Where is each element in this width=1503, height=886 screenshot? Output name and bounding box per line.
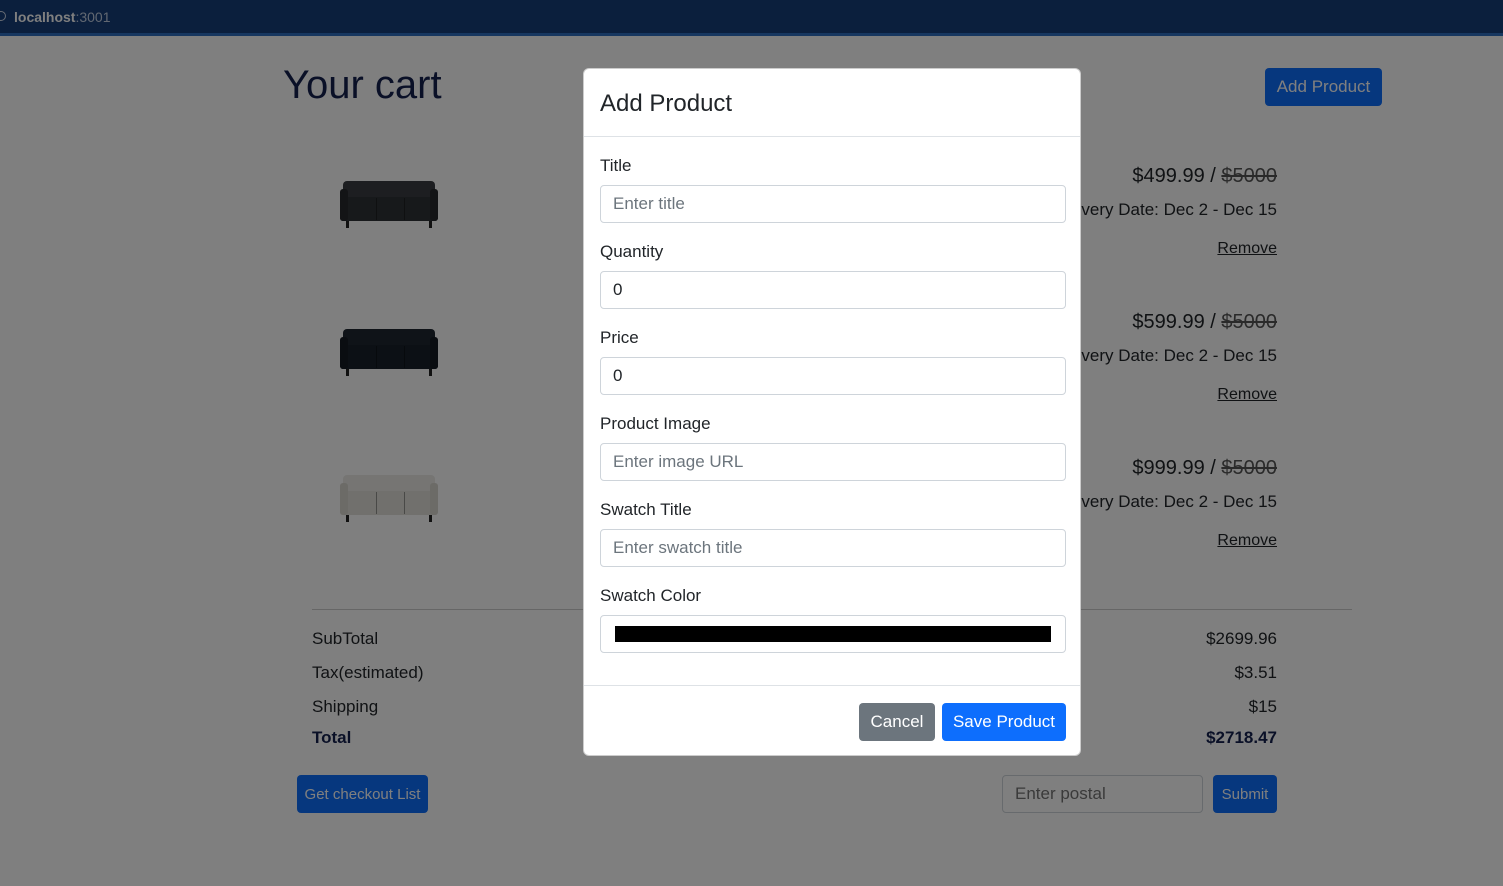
modal-footer: Cancel Save Product [584, 685, 1080, 757]
swatch-color-label: Swatch Color [600, 586, 702, 605]
modal-header: Add Product [584, 69, 1080, 137]
product-image-input[interactable] [600, 443, 1066, 481]
cancel-button[interactable]: Cancel [859, 703, 935, 741]
price-label: Price [600, 328, 639, 347]
swatch-title-label: Swatch Title [600, 500, 692, 519]
add-product-modal: Add Product Title Quantity Price Product… [583, 68, 1081, 756]
modal-title: Add Product [600, 90, 733, 117]
swatch-title-input[interactable] [600, 529, 1066, 567]
title-input[interactable] [600, 185, 1066, 223]
swatch-color-picker[interactable] [600, 615, 1066, 653]
product-image-label: Product Image [600, 414, 711, 433]
quantity-label: Quantity [600, 242, 664, 261]
swatch-color-fill [615, 626, 1051, 642]
save-product-button[interactable]: Save Product [942, 703, 1066, 741]
price-input[interactable] [600, 357, 1066, 395]
quantity-input[interactable] [600, 271, 1066, 309]
title-label: Title [600, 156, 632, 175]
